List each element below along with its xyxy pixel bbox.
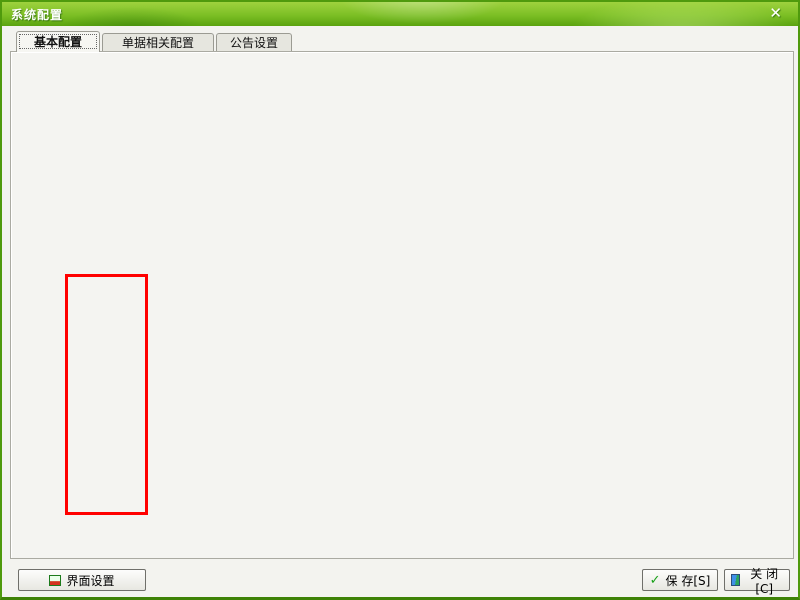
system-config-dialog: 系统配置 ✕ 基本配置 单据相关配置 公告设置 小数位数设置 [例：“0.00”… xyxy=(0,0,800,600)
close-icon[interactable]: ✕ xyxy=(769,4,782,22)
ui-settings-icon xyxy=(49,575,61,586)
tab-label: 单据相关配置 xyxy=(122,36,194,50)
tab-label: 基本配置 xyxy=(34,35,82,49)
ui-settings-button[interactable]: 界面设置 xyxy=(18,569,146,591)
close-door-icon xyxy=(731,574,740,586)
button-label: 界面设置 xyxy=(66,572,114,589)
close-button[interactable]: 关 闭[C] xyxy=(724,569,790,591)
title-bar: 系统配置 ✕ xyxy=(2,2,798,26)
tab-label: 公告设置 xyxy=(230,36,278,50)
tab-basic-config[interactable]: 基本配置 xyxy=(16,31,100,52)
save-check-icon: ✓ xyxy=(650,573,661,588)
window-title: 系统配置 xyxy=(11,6,63,23)
tab-document-config[interactable]: 单据相关配置 xyxy=(102,33,214,52)
tab-announcement[interactable]: 公告设置 xyxy=(216,33,292,52)
button-label: 关 闭[C] xyxy=(745,565,783,596)
save-button[interactable]: ✓ 保 存[S] xyxy=(642,569,718,591)
annotation-rectangle xyxy=(65,274,148,515)
button-label: 保 存[S] xyxy=(666,572,711,589)
